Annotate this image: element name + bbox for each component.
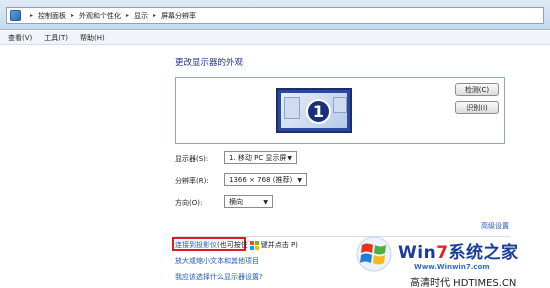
orientation-select[interactable]: 横向 ▼ (224, 195, 273, 208)
menu-view[interactable]: 查看(V) (8, 33, 32, 43)
address-box[interactable]: ▸ 控制面板 ▸ 外观和个性化 ▸ 显示 ▸ 屏幕分辨率 (6, 7, 544, 24)
orientation-select-value: 横向 (229, 197, 243, 206)
resolution-label: 分辨率(R): (175, 177, 209, 185)
monitor-preview: 1 检测(C) 识别(I) (175, 77, 505, 144)
breadcrumb-control-panel[interactable]: 控制面板 (38, 11, 66, 21)
monitor-screen: 1 (281, 93, 347, 128)
breadcrumb-arrow-icon[interactable]: ▸ (153, 12, 156, 19)
display-label: 显示器(S): (175, 155, 209, 163)
monitor-window-graphic (333, 97, 347, 113)
watermark-brand-prefix: Win (398, 243, 437, 263)
identify-button[interactable]: 识别(I) (455, 101, 499, 114)
display-select[interactable]: 1. 移动 PC 显示屏 ▼ (224, 151, 297, 164)
resolution-select-value: 1366 × 768 (推荐) (229, 175, 293, 184)
watermark-brand: Win7系统之家 (398, 238, 519, 263)
breadcrumb-arrow-icon[interactable]: ▸ (30, 12, 33, 19)
chevron-down-icon: ▼ (297, 177, 302, 184)
monitor-number-badge: 1 (306, 99, 331, 124)
menu-bar: 查看(V) 工具(T) 帮助(H) (0, 31, 550, 45)
detect-button[interactable]: 检测(C) (455, 83, 499, 96)
watermark-brand-seven: 7 (436, 243, 449, 263)
chevron-down-icon: ▼ (263, 199, 268, 206)
menu-tools[interactable]: 工具(T) (44, 33, 68, 43)
breadcrumb-screen-resolution[interactable]: 屏幕分辨率 (161, 11, 196, 21)
chevron-down-icon: ▼ (287, 155, 292, 162)
advanced-settings-link[interactable]: 高级设置 (481, 221, 509, 231)
resolution-select[interactable]: 1366 × 768 (推荐) ▼ (224, 173, 307, 186)
monitor-window-graphic (284, 97, 300, 119)
breadcrumb-arrow-icon[interactable]: ▸ (71, 12, 74, 19)
page-title: 更改显示器的外观 (175, 58, 244, 68)
connect-projector-link[interactable]: 连接到投影仪 (175, 240, 217, 250)
breadcrumb-display[interactable]: 显示 (134, 11, 148, 21)
which-settings-link[interactable]: 我应该选择什么显示器设置? (175, 272, 263, 282)
breadcrumb-arrow-icon[interactable]: ▸ (126, 12, 129, 19)
watermark-footer: 高清时代 HDTIMES.CN (410, 278, 517, 288)
watermark-url: Www.Winwin7.com (414, 263, 490, 271)
windows-key-icon (249, 240, 259, 250)
text-size-link[interactable]: 放大或缩小文本和其他项目 (175, 256, 259, 266)
orientation-label: 方向(O): (175, 199, 203, 207)
address-bar: ▸ 控制面板 ▸ 外观和个性化 ▸ 显示 ▸ 屏幕分辨率 (0, 0, 550, 30)
menu-help[interactable]: 帮助(H) (80, 33, 105, 43)
watermark-brand-suffix: 系统之家 (448, 243, 519, 263)
connect-projector-row: 连接到投影仪 (也可按住 键并点击 P) (175, 240, 298, 250)
connect-hint-after: 键并点击 P) (260, 241, 298, 249)
breadcrumb-appearance[interactable]: 外观和个性化 (79, 11, 121, 21)
monitor-1[interactable]: 1 (276, 88, 352, 133)
display-select-value: 1. 移动 PC 显示屏 (229, 153, 287, 162)
connect-hint-before: (也可按住 (217, 241, 248, 249)
control-panel-icon (10, 10, 21, 21)
windows-logo-icon (356, 236, 392, 272)
